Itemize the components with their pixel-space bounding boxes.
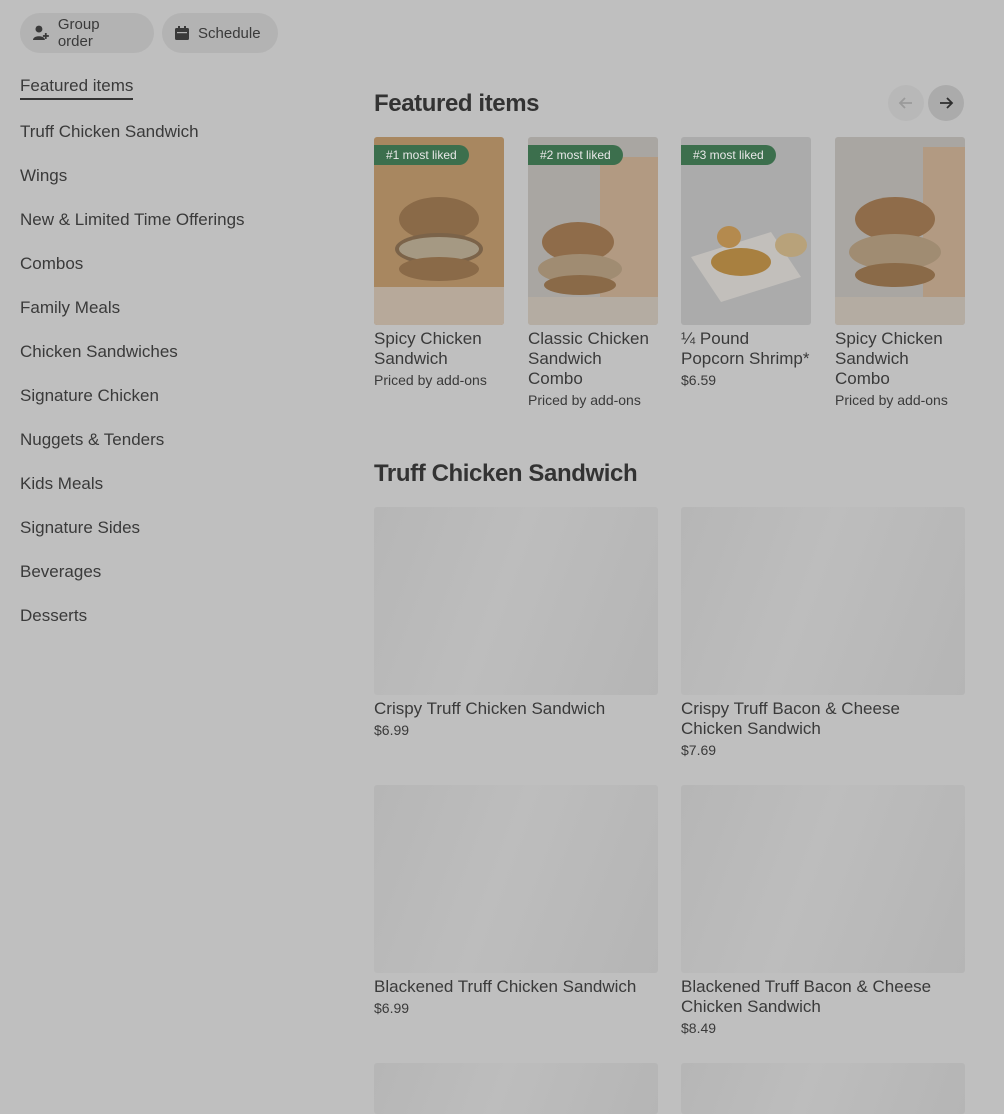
spicy-chicken-sandwich-combo-image: [835, 137, 965, 325]
menu-item-price: $7.69: [681, 742, 717, 758]
menu-item-card[interactable]: Crispy Truff Chicken Sandwich $6.99: [374, 507, 658, 738]
sidebar-item-kids-meals[interactable]: Kids Meals: [20, 474, 103, 494]
sidebar-item-beverages[interactable]: Beverages: [20, 562, 101, 582]
menu-item-card[interactable]: Blackened Truff Bacon & Cheese Chicken S…: [681, 785, 965, 1036]
sidebar-item-combos[interactable]: Combos: [20, 254, 83, 274]
menu-item-price: $8.49: [681, 1020, 717, 1036]
menu-item-name: Blackened Truff Bacon & Cheese Chicken S…: [681, 977, 932, 1016]
sidebar-item-family-meals[interactable]: Family Meals: [20, 298, 120, 318]
arrow-left-icon: [898, 97, 912, 109]
featured-item-price: $6.59: [681, 372, 717, 388]
sidebar-item-new-limited[interactable]: New & Limited Time Offerings: [20, 210, 245, 230]
item-image-placeholder[interactable]: [374, 1063, 658, 1114]
most-liked-badge: #2 most liked: [528, 145, 623, 165]
most-liked-badge: #3 most liked: [681, 145, 776, 165]
item-image-placeholder: [374, 507, 658, 695]
sidebar-item-desserts[interactable]: Desserts: [20, 606, 87, 626]
featured-item-name: Spicy Chicken Sandwich: [374, 329, 482, 368]
sidebar-item-nuggets-tenders[interactable]: Nuggets & Tenders: [20, 430, 164, 450]
item-image-placeholder: [681, 785, 965, 973]
spicy-chicken-sandwich-image: #1 most liked: [374, 137, 504, 325]
most-liked-badge: #1 most liked: [374, 145, 469, 165]
featured-item-price: Priced by add-ons: [528, 392, 641, 408]
calendar-icon: [175, 26, 189, 40]
menu-item-name: Crispy Truff Bacon & Cheese Chicken Sand…: [681, 699, 900, 738]
item-image-placeholder: [681, 507, 965, 695]
schedule-label: Schedule: [198, 24, 261, 42]
group-order-label: Group order: [57, 16, 100, 50]
sidebar-item-truff-chicken-sandwich[interactable]: Truff Chicken Sandwich: [20, 122, 199, 142]
sidebar-item-wings[interactable]: Wings: [20, 166, 67, 186]
featured-title: Featured items: [374, 90, 540, 117]
sidebar-item-featured-items[interactable]: Featured items: [20, 76, 134, 100]
menu-item-price: $6.99: [374, 1000, 410, 1016]
sidebar-item-chicken-sandwiches[interactable]: Chicken Sandwiches: [20, 342, 178, 362]
menu-item-name: Crispy Truff Chicken Sandwich: [374, 699, 606, 718]
arrow-right-icon: [940, 97, 954, 109]
sidebar-item-signature-chicken[interactable]: Signature Chicken: [20, 386, 159, 406]
carousel-prev-button[interactable]: [888, 85, 924, 121]
menu-item-card[interactable]: Crispy Truff Bacon & Cheese Chicken Sand…: [681, 507, 965, 758]
schedule-button[interactable]: Schedule: [162, 13, 278, 53]
carousel-next-button[interactable]: [928, 85, 964, 121]
item-image-placeholder: [374, 785, 658, 973]
sidebar-item-signature-sides[interactable]: Signature Sides: [20, 518, 140, 538]
section-title: Truff Chicken Sandwich: [374, 460, 638, 487]
featured-item-card[interactable]: #3 most liked ¼ Pound Popcorn Shrimp* $6…: [681, 137, 811, 388]
featured-item-card[interactable]: #2 most liked Classic Chicken Sandwich C…: [528, 137, 658, 408]
menu-item-price: $6.99: [374, 722, 410, 738]
menu-item-name: Blackened Truff Chicken Sandwich: [374, 977, 637, 996]
featured-item-name: Spicy Chicken Sandwich Combo: [835, 329, 943, 388]
featured-item-card[interactable]: Spicy Chicken Sandwich Combo Priced by a…: [835, 137, 965, 408]
menu-item-card[interactable]: Blackened Truff Chicken Sandwich $6.99: [374, 785, 658, 1016]
group-order-button[interactable]: Group order: [20, 13, 154, 53]
add-person-icon: [32, 25, 49, 40]
featured-item-name: Classic Chicken Sandwich Combo: [528, 329, 649, 388]
classic-chicken-sandwich-combo-image: #2 most liked: [528, 137, 658, 325]
featured-item-card[interactable]: #1 most liked Spicy Chicken Sandwich Pri…: [374, 137, 504, 388]
popcorn-shrimp-image: #3 most liked: [681, 137, 811, 325]
featured-item-price: Priced by add-ons: [835, 392, 948, 408]
featured-item-price: Priced by add-ons: [374, 372, 487, 388]
item-image-placeholder[interactable]: [681, 1063, 965, 1114]
featured-item-name: ¼ Pound Popcorn Shrimp*: [681, 329, 810, 368]
